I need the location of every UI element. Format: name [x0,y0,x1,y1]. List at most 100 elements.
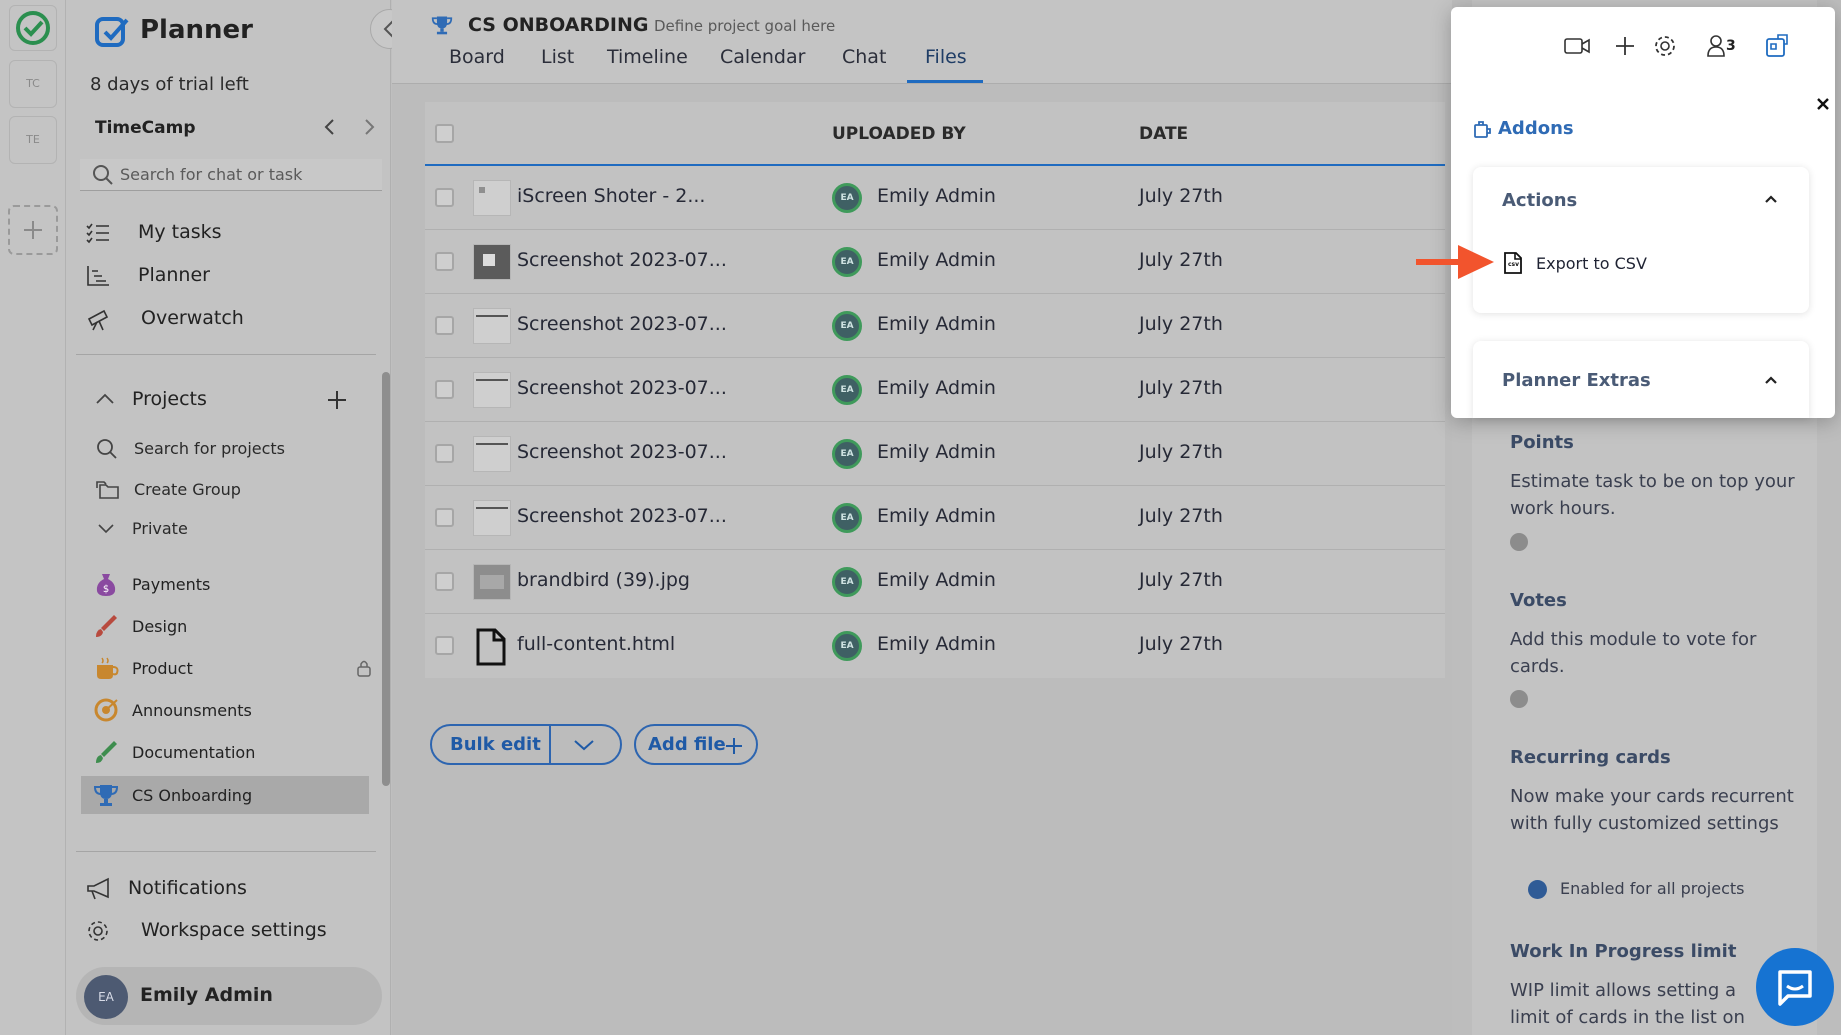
recurring-radio[interactable] [1528,880,1547,899]
project-goal[interactable]: Define project goal here [654,17,835,35]
tab-list[interactable]: List [541,46,574,68]
chevron-down-icon[interactable] [572,737,596,753]
table-row[interactable]: brandbird (39).jpg EA Emily Admin July 2… [425,550,1445,614]
table-row[interactable]: Screenshot 2023-07... EA Emily Admin Jul… [425,422,1445,486]
private-label: Private [132,519,188,538]
nav-notifications[interactable]: Notifications [86,874,376,904]
workspace-switch-tc[interactable]: TC [9,60,57,108]
row-checkbox[interactable] [435,188,454,207]
chevron-up-icon[interactable] [1763,193,1779,205]
close-icon[interactable] [1816,97,1830,111]
chevron-up-icon[interactable] [1763,374,1779,386]
planner-logo-icon [94,14,130,50]
votes-toggle[interactable] [1510,690,1528,708]
file-name[interactable]: brandbird (39).jpg [517,569,690,591]
project-item-documentation[interactable]: Documentation [80,736,380,768]
project-item-payments[interactable]: $ Payments [80,568,380,600]
project-label: Design [132,617,188,636]
chevron-up-icon[interactable] [94,391,116,407]
row-checkbox[interactable] [435,380,454,399]
divider [76,354,376,355]
add-file-button[interactable]: Add file [634,724,758,765]
search-projects[interactable]: Search for projects [96,436,366,462]
plus-icon [24,221,42,239]
uploader-name: Emily Admin [877,377,996,399]
project-title[interactable]: CS ONBOARDING [468,14,648,36]
annotation-arrow-icon [1416,245,1494,279]
planner-extras-title[interactable]: Planner Extras [1502,370,1651,391]
tab-files[interactable]: Files [925,46,967,68]
file-name[interactable]: Screenshot 2023-07... [517,505,727,527]
sidebar-scrollbar[interactable] [382,372,390,786]
addons-heading[interactable]: Addons [1473,117,1623,141]
project-item-cs-onboarding[interactable]: CS Onboarding [81,776,369,814]
create-group[interactable]: Create Group [96,477,366,503]
tab-calendar[interactable]: Calendar [720,46,805,68]
uploader-avatar: EA [832,311,862,341]
tab-timeline[interactable]: Timeline [607,46,688,68]
addons-label: Addons [1498,118,1574,139]
row-checkbox[interactable] [435,444,454,463]
app-logo[interactable] [9,5,57,51]
divider [549,726,551,763]
file-name[interactable]: full-content.html [517,633,675,655]
private-group[interactable]: Private [96,516,366,542]
export-to-csv-item[interactable]: csv Export to CSV [1503,251,1773,279]
megaphone-icon [87,877,109,900]
nav-planner[interactable]: Planner [86,261,376,291]
money-bag-icon: $ [96,574,116,596]
file-name[interactable]: Screenshot 2023-07... [517,313,727,335]
chevron-right-icon[interactable] [359,116,379,138]
table-row[interactable]: Screenshot 2023-07... EA Emily Admin Jul… [425,294,1445,358]
project-item-announsments[interactable]: Announsments [80,694,380,726]
bulk-edit-group: Bulk edit [430,724,622,765]
points-toggle[interactable] [1510,533,1528,551]
nav-my-tasks[interactable]: My tasks [86,218,376,248]
file-thumbnail [473,436,511,472]
tab-board[interactable]: Board [449,46,505,68]
project-item-design[interactable]: Design [80,610,380,642]
uploader-name: Emily Admin [877,569,996,591]
file-name[interactable]: Screenshot 2023-07... [517,377,727,399]
chevron-left-icon[interactable] [320,116,340,138]
column-date[interactable]: DATE [1139,124,1188,144]
row-checkbox[interactable] [435,252,454,271]
row-checkbox[interactable] [435,636,454,655]
table-row[interactable]: Screenshot 2023-07... EA Emily Admin Jul… [425,358,1445,422]
add-project-icon[interactable] [325,388,349,412]
file-name[interactable]: Screenshot 2023-07... [517,249,727,271]
project-label: Documentation [132,743,256,762]
file-name[interactable]: iScreen Shoter - 2... [517,185,705,207]
table-row[interactable]: Screenshot 2023-07... EA Emily Admin Jul… [425,486,1445,550]
upload-date: July 27th [1139,633,1223,655]
workspace-switch-te[interactable]: TE [9,116,57,164]
bulk-edit-button[interactable]: Bulk edit [450,734,541,755]
addons-popup: 3 Addons Actions csv Export to CSV Plann… [1451,7,1835,418]
workspace-name[interactable]: TimeCamp [95,118,196,138]
gear-icon[interactable] [1653,34,1677,58]
project-item-product[interactable]: Product [80,652,380,684]
column-uploaded-by[interactable]: UPLOADED BY [832,124,966,144]
addons-icon[interactable] [1764,33,1790,59]
plus-icon[interactable] [1614,35,1636,57]
chevron-down-icon [98,524,114,534]
row-checkbox[interactable] [435,572,454,591]
add-workspace-button[interactable] [8,205,58,255]
video-icon[interactable] [1563,35,1591,57]
table-header: UPLOADED BY DATE [425,102,1445,166]
user-profile[interactable]: EA Emily Admin [76,967,382,1025]
row-checkbox[interactable] [435,508,454,527]
table-row[interactable]: iScreen Shoter - 2... EA Emily Admin Jul… [425,166,1445,230]
row-checkbox[interactable] [435,316,454,335]
support-chat-button[interactable] [1756,948,1834,1026]
file-name[interactable]: Screenshot 2023-07... [517,441,727,463]
search-input[interactable]: Search for chat or task [80,159,382,191]
members-button[interactable]: 3 [1707,34,1741,58]
table-row[interactable]: Screenshot 2023-07... EA Emily Admin Jul… [425,230,1445,294]
select-all-checkbox[interactable] [435,124,454,143]
nav-workspace-settings[interactable]: Workspace settings [86,916,376,946]
table-row[interactable]: full-content.html EA Emily Admin July 27… [425,614,1445,678]
nav-overwatch[interactable]: Overwatch [86,304,376,334]
actions-title[interactable]: Actions [1502,190,1577,211]
tab-chat[interactable]: Chat [842,46,886,68]
